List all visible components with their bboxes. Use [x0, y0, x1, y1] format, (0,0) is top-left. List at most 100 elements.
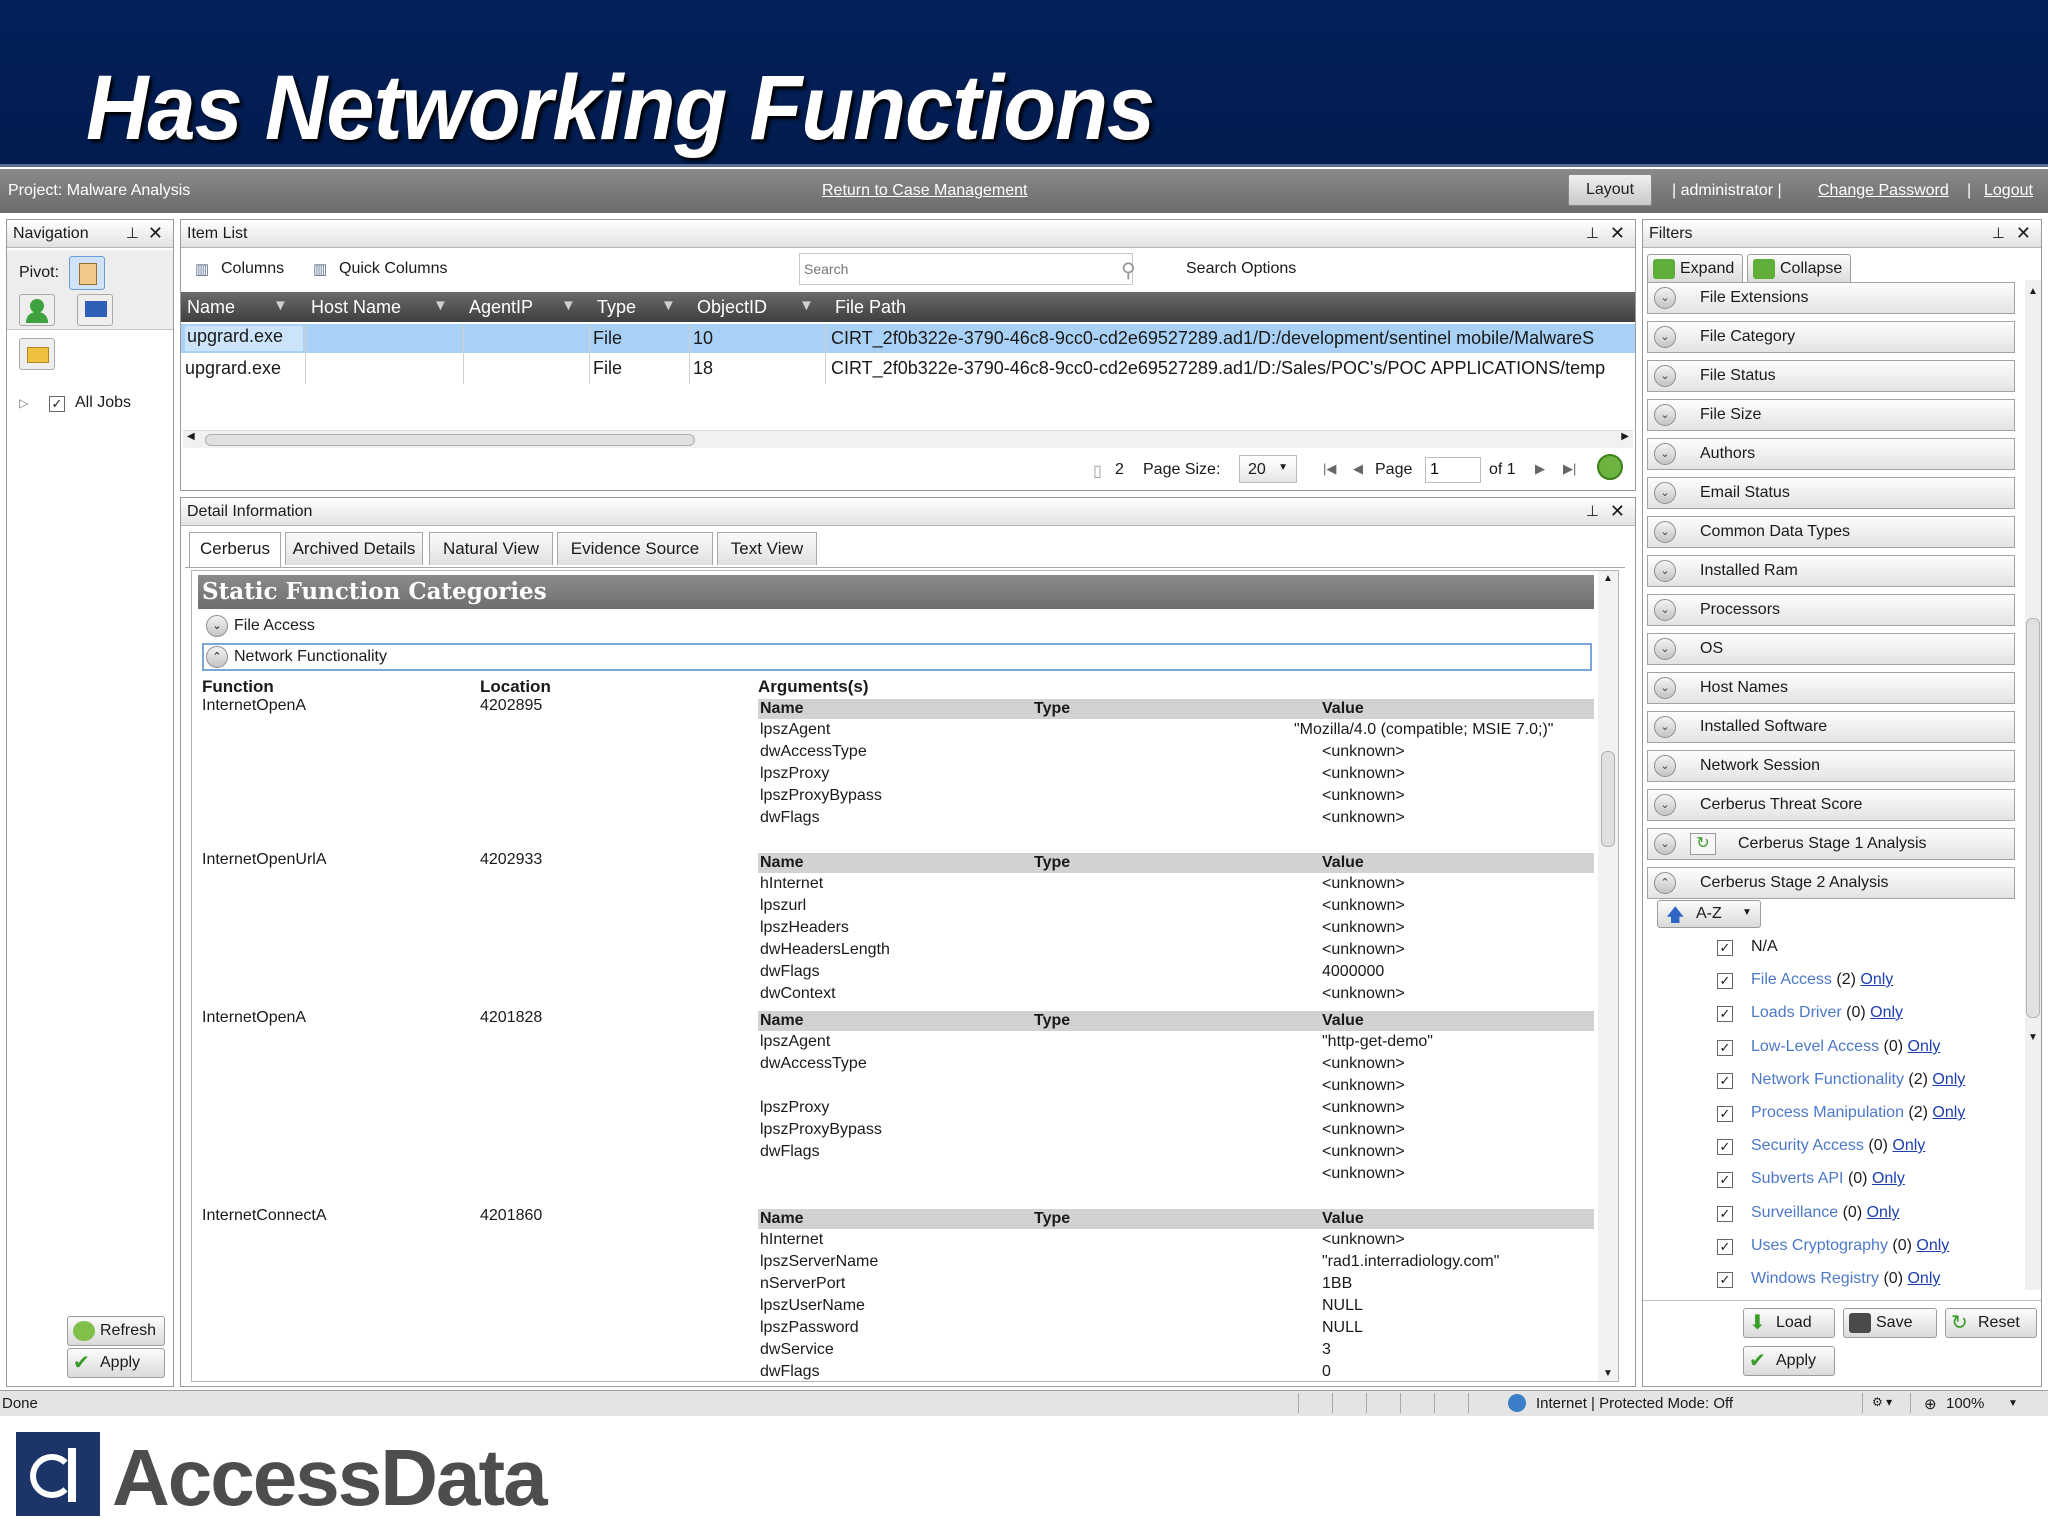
col-header-type[interactable]: Type	[597, 297, 636, 318]
filter-category[interactable]: ⌄ Network Session	[1647, 750, 2015, 782]
expand-chevron-icon[interactable]: ⌄	[1654, 443, 1676, 465]
group-network-functionality[interactable]: ⌃ Network Functionality	[202, 643, 1592, 671]
checkbox[interactable]: ✓	[1717, 1106, 1733, 1122]
filter-category[interactable]: ⌄ ↻ Cerberus Stage 1 Analysis	[1647, 828, 2015, 860]
filter-category[interactable]: ⌄ Authors	[1647, 438, 2015, 470]
tree-expand-icon[interactable]: ▷	[19, 396, 28, 410]
columns-button[interactable]: Columns	[221, 260, 284, 278]
expand-chevron-icon[interactable]: ⌄	[1654, 677, 1676, 699]
user-pivot-icon[interactable]	[19, 294, 55, 326]
filter-category[interactable]: ⌄ Email Status	[1647, 477, 2015, 509]
tab-cerberus[interactable]: Cerberus	[189, 532, 281, 567]
search-input[interactable]	[799, 253, 1133, 285]
only-link[interactable]: Only	[1907, 1270, 1940, 1287]
checkbox[interactable]: ✓	[1717, 1073, 1733, 1089]
filter-category[interactable]: ⌄ Common Data Types	[1647, 516, 2015, 548]
all-jobs-tree-item[interactable]: All Jobs	[75, 394, 131, 412]
filter-category[interactable]: ⌄ Cerberus Threat Score	[1647, 789, 2015, 821]
expand-chevron-icon[interactable]: ⌄	[1654, 326, 1676, 348]
refresh-button[interactable]: Refresh	[67, 1316, 165, 1346]
pin-icon[interactable]: ⊥	[1586, 498, 1599, 525]
last-page-icon[interactable]: ▶|	[1563, 461, 1576, 477]
checkbox[interactable]: ✓	[1717, 1006, 1733, 1022]
expand-chevron-icon[interactable]: ⌄	[1654, 482, 1676, 504]
expand-chevron-icon[interactable]: ⌄	[206, 615, 228, 637]
expand-chevron-icon[interactable]: ⌄	[1654, 599, 1676, 621]
expand-button[interactable]: Expand	[1647, 254, 1743, 284]
search-icon[interactable]: ⚲	[1121, 258, 1136, 283]
scroll-up-arrow[interactable]: ▲	[1603, 573, 1613, 584]
scroll-right-arrow[interactable]: ▶	[1621, 431, 1629, 442]
col-header-name[interactable]: Name	[187, 297, 235, 318]
expand-chevron-icon[interactable]: ⌄	[1654, 521, 1676, 543]
filter-category[interactable]: ⌄ File Size	[1647, 399, 2015, 431]
only-link[interactable]: Only	[1872, 1170, 1905, 1187]
table-row[interactable]: upgrard.exe File 18 CIRT_2f0b322e-3790-4…	[181, 354, 1635, 383]
checkbox[interactable]: ✓	[1717, 973, 1733, 989]
only-link[interactable]: Only	[1908, 1038, 1941, 1055]
filter-category[interactable]: ⌄ OS	[1647, 633, 2015, 665]
page-size-select[interactable]: 20 ▼	[1239, 455, 1297, 483]
first-page-icon[interactable]: |◀	[1323, 461, 1336, 477]
filter-category[interactable]: ⌄ File Category	[1647, 321, 2015, 353]
refresh-icon[interactable]: ↻	[1690, 833, 1716, 855]
zoom-icon[interactable]: ⊕	[1924, 1395, 1937, 1413]
vertical-scrollbar[interactable]: ▲ ▼	[1598, 571, 1618, 1381]
filter-icon[interactable]: ▼	[561, 297, 576, 314]
filter-category[interactable]: ⌄ Processors	[1647, 594, 2015, 626]
group-file-access[interactable]: File Access	[234, 617, 315, 635]
collapse-chevron-icon[interactable]: ⌃	[1654, 872, 1676, 894]
only-link[interactable]: Only	[1932, 1071, 1965, 1088]
expand-chevron-icon[interactable]: ⌄	[1654, 716, 1676, 738]
checkbox[interactable]: ✓	[1717, 1272, 1733, 1288]
col-header-host-name[interactable]: Host Name	[311, 297, 401, 318]
filter-category[interactable]: ⌄ File Extensions	[1647, 282, 2015, 314]
filter-category[interactable]: ⌃ Cerberus Stage 2 Analysis	[1647, 867, 2015, 899]
tab-text-view[interactable]: Text View	[717, 532, 817, 565]
change-password-link[interactable]: Change Password	[1818, 182, 1949, 200]
only-link[interactable]: Only	[1916, 1237, 1949, 1254]
col-header-objectid[interactable]: ObjectID	[697, 297, 767, 318]
tab-evidence-source[interactable]: Evidence Source	[557, 532, 713, 565]
expand-chevron-icon[interactable]: ⌄	[1654, 638, 1676, 660]
pin-icon[interactable]: ⊥	[126, 220, 139, 247]
checkbox[interactable]: ✓	[1717, 1040, 1733, 1056]
pin-icon[interactable]: ⊥	[1992, 220, 2005, 247]
quick-columns-button[interactable]: Quick Columns	[339, 260, 447, 278]
filter-category[interactable]: ⌄ Installed Ram	[1647, 555, 2015, 587]
expand-chevron-icon[interactable]: ⌄	[1654, 755, 1676, 777]
expand-chevron-icon[interactable]: ⌄	[1654, 560, 1676, 582]
checkbox[interactable]: ✓	[1717, 1139, 1733, 1155]
filter-category[interactable]: ⌄ Installed Software	[1647, 711, 2015, 743]
scrollbar-thumb[interactable]	[2026, 618, 2040, 1018]
scroll-left-arrow[interactable]: ◀	[187, 431, 195, 442]
apply-filters-button[interactable]: ✔ Apply	[1743, 1346, 1835, 1376]
table-row[interactable]: upgrard.exe File 10 CIRT_2f0b322e-3790-4…	[181, 324, 1635, 353]
refresh-icon[interactable]	[1597, 454, 1623, 480]
checkbox[interactable]: ✓	[1717, 1172, 1733, 1188]
scrollbar-thumb[interactable]	[205, 434, 695, 446]
checkbox[interactable]: ✓	[1717, 1206, 1733, 1222]
pin-icon[interactable]: ⊥	[1586, 220, 1599, 247]
save-button[interactable]: Save	[1843, 1308, 1937, 1338]
checkbox[interactable]: ✓	[1717, 940, 1733, 956]
vertical-scrollbar[interactable]: ▲ ▼	[2025, 280, 2041, 1290]
pivot-clipboard-icon[interactable]	[69, 256, 105, 290]
logout-link[interactable]: Logout	[1984, 182, 2033, 200]
expand-chevron-icon[interactable]: ⌄	[1654, 287, 1676, 309]
filter-icon[interactable]: ▼	[661, 297, 676, 314]
tab-natural-view[interactable]: Natural View	[429, 532, 553, 565]
page-number-input[interactable]	[1425, 457, 1481, 483]
only-link[interactable]: Only	[1860, 971, 1893, 988]
tab-archived-details[interactable]: Archived Details	[285, 532, 423, 565]
expand-chevron-icon[interactable]: ⌄	[1654, 365, 1676, 387]
col-header-agentip[interactable]: AgentIP	[469, 297, 533, 318]
reset-button[interactable]: ↻ Reset	[1945, 1308, 2037, 1338]
scroll-up-arrow[interactable]: ▲	[2028, 286, 2038, 297]
filter-category[interactable]: ⌄ Host Names	[1647, 672, 2015, 704]
col-header-file-path[interactable]: File Path	[835, 297, 906, 318]
expand-chevron-icon[interactable]: ⌄	[1654, 833, 1676, 855]
all-jobs-checkbox[interactable]: ✓	[49, 396, 65, 412]
collapse-chevron-icon[interactable]: ⌃	[206, 646, 228, 668]
horizontal-scrollbar[interactable]: ◀ ▶	[183, 430, 1633, 448]
